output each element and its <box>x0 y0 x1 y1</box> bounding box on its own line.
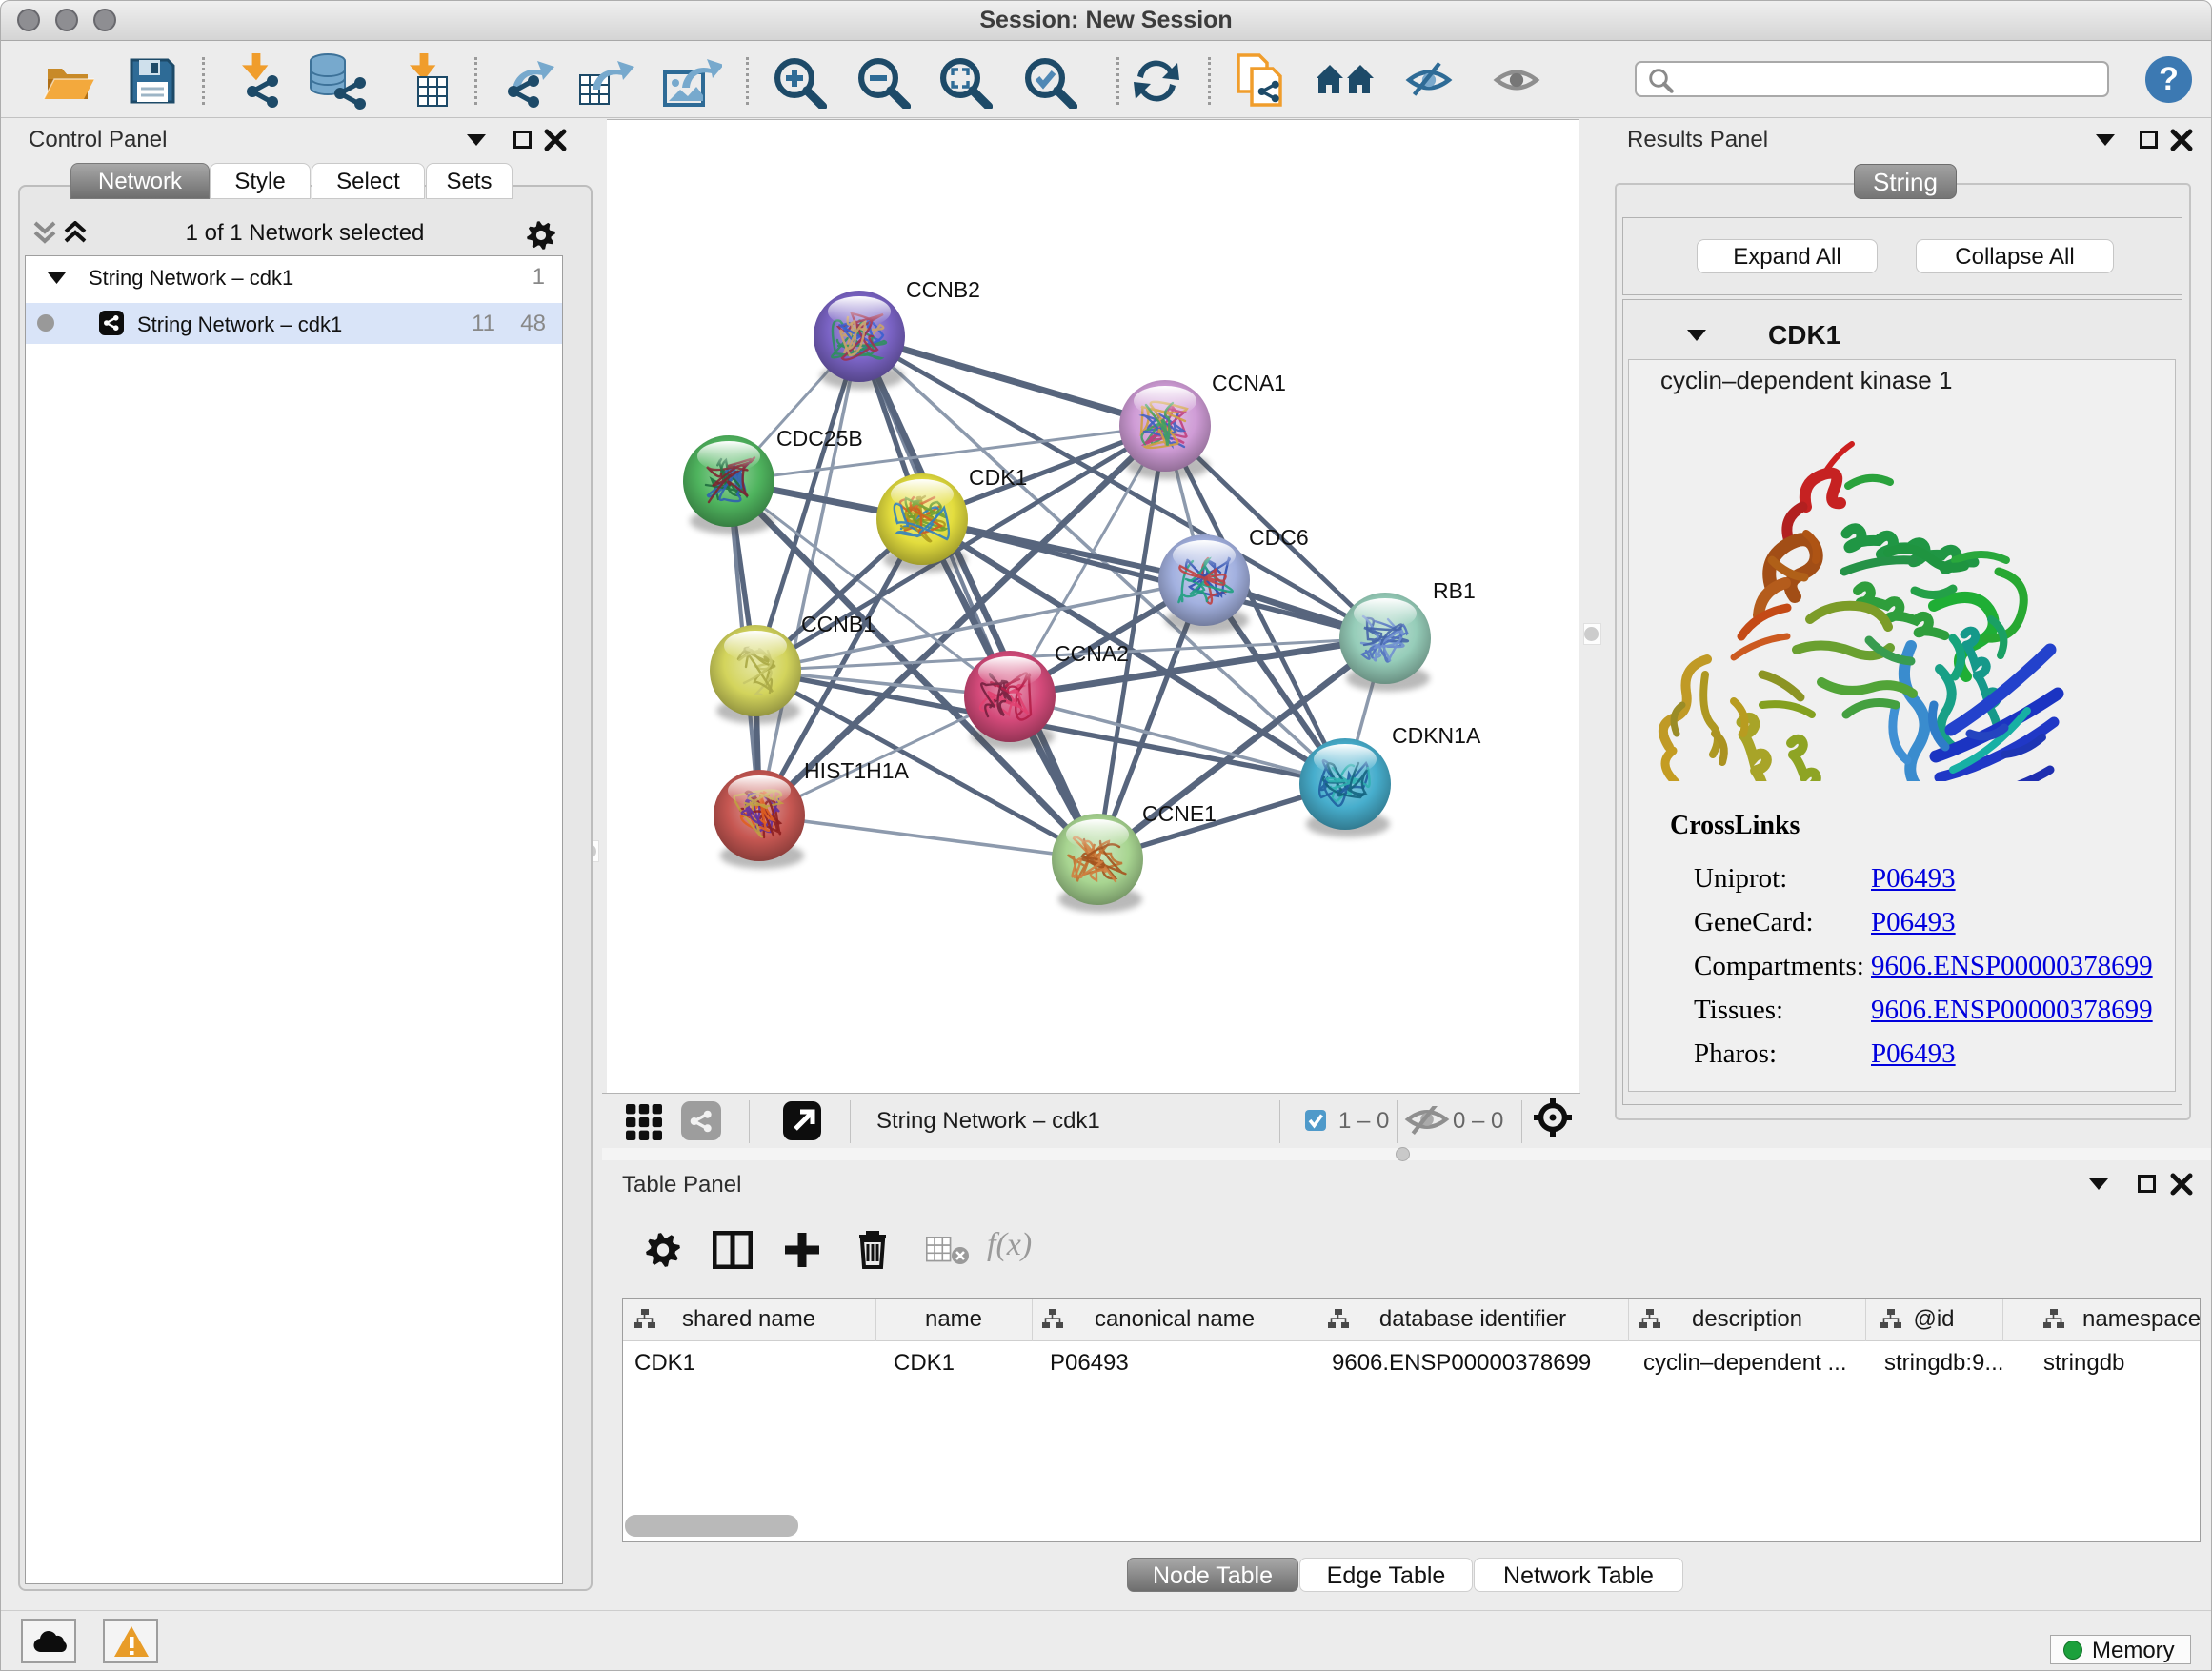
svg-text:CCNE1: CCNE1 <box>1142 801 1217 826</box>
svg-text:RB1: RB1 <box>1433 578 1476 603</box>
svg-text:CDKN1A: CDKN1A <box>1392 723 1481 748</box>
svg-text:CCNA2: CCNA2 <box>1055 641 1129 666</box>
svg-text:CDC6: CDC6 <box>1249 525 1309 550</box>
svg-text:CDK1: CDK1 <box>969 465 1027 490</box>
svg-text:CCNA1: CCNA1 <box>1212 371 1286 395</box>
svg-text:CCNB2: CCNB2 <box>906 277 980 302</box>
svg-text:CDC25B: CDC25B <box>776 426 863 451</box>
svg-text:CCNB1: CCNB1 <box>801 612 875 636</box>
svg-text:HIST1H1A: HIST1H1A <box>804 758 910 783</box>
